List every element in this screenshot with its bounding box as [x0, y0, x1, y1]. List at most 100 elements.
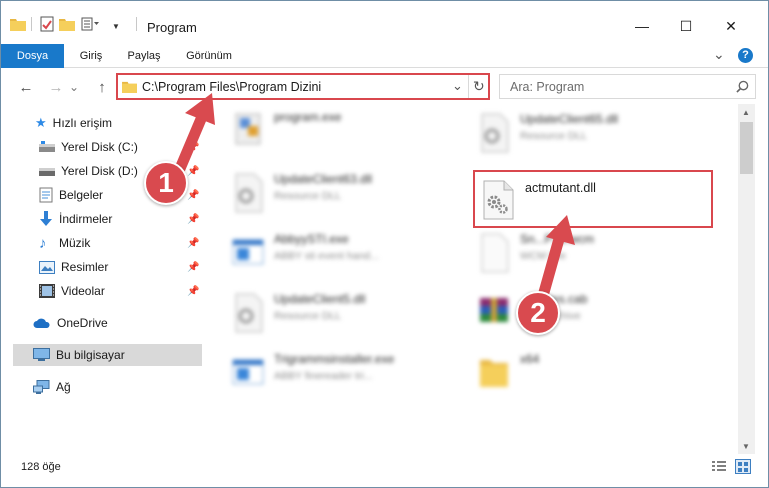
drive-icon	[39, 168, 55, 176]
status-bar: 128 öğe	[1, 454, 768, 479]
ribbon-expand-icon[interactable]: ⌄	[713, 46, 725, 63]
list-item[interactable]: AbbyySTI.exe ABBY sti event hand...	[230, 232, 379, 274]
up-button[interactable]: ↑	[91, 76, 113, 98]
properties-icon[interactable]	[39, 15, 55, 33]
scrollbar-thumb[interactable]	[740, 122, 753, 174]
sidebar-item-pictures[interactable]: Resimler 📌	[39, 256, 239, 278]
list-item[interactable]: program.exe	[230, 110, 341, 152]
address-path[interactable]: C:\Program Files\Program Dizini	[142, 80, 321, 94]
dll-gear-icon	[235, 173, 263, 213]
list-item[interactable]: Sn...P16.wcm WCM File	[476, 232, 594, 274]
search-placeholder: Ara: Program	[510, 80, 585, 94]
file-name: x64	[520, 352, 540, 366]
file-name: actmutant.dll	[525, 181, 596, 195]
address-dropdown-icon[interactable]: ⌄	[452, 78, 463, 94]
sidebar-item-documents[interactable]: Belgeler 📌	[39, 184, 239, 206]
tab-giris[interactable]: Giriş	[66, 44, 116, 68]
separator	[468, 75, 469, 98]
tab-paylas[interactable]: Paylaş	[119, 44, 169, 68]
pin-icon: 📌	[187, 189, 200, 201]
callout-2: 2	[516, 291, 560, 335]
scroll-up-icon[interactable]: ▲	[742, 108, 750, 117]
tab-gorunum[interactable]: Görünüm	[176, 44, 242, 68]
file-name: UpdateClient5.dll	[274, 292, 366, 306]
search-box[interactable]: Ara: Program	[499, 74, 756, 99]
customize-toolbar-icon[interactable]	[81, 15, 99, 33]
dll-gear-icon	[235, 293, 263, 333]
sidebar-item-label: Yerel Disk (D:)	[61, 164, 138, 178]
sidebar-item-label: Bu bilgisayar	[56, 348, 125, 362]
file-type: Resource DLL	[520, 130, 588, 142]
file-type: WCM File	[520, 250, 567, 262]
file-name: AbbyySTI.exe	[274, 232, 349, 246]
sidebar-item-onedrive[interactable]: OneDrive	[33, 312, 108, 334]
drive-icon	[39, 141, 55, 152]
sidebar-item-music[interactable]: ♪ Müzik 📌	[39, 232, 239, 254]
tab-dosya[interactable]: Dosya	[1, 44, 64, 68]
explorer-window: ▼ Program — ☐ ✕ Dosya Giriş Paylaş Görün…	[0, 0, 769, 488]
sidebar-item-label: İndirmeler	[59, 212, 113, 226]
window-title: Program	[147, 20, 197, 35]
pictures-icon	[39, 260, 55, 274]
blurred-file-grid: program.exe UpdateClient65.dll Resource D…	[210, 104, 738, 454]
separator	[136, 17, 137, 31]
file-type: Resource DLL	[274, 190, 342, 202]
file-name: program.exe	[274, 110, 342, 124]
file-name: UpdateClient63.dll	[274, 172, 373, 186]
details-view-icon[interactable]	[711, 460, 727, 473]
pin-icon: 📌	[187, 237, 200, 249]
download-icon	[40, 211, 52, 226]
new-folder-icon[interactable]	[59, 15, 75, 33]
pin-icon: 📌	[187, 261, 200, 273]
address-bar[interactable]: C:\Program Files\Program Dizini ⌄ ↻	[116, 73, 490, 100]
application-window-icon	[232, 239, 264, 265]
separator	[31, 17, 32, 31]
large-icons-view-icon[interactable]	[735, 459, 751, 474]
sidebar-item-label: Müzik	[59, 236, 91, 250]
title-bar: ▼ Program — ☐ ✕	[1, 1, 768, 44]
sidebar-item-disk-d[interactable]: Yerel Disk (D:) 📌	[39, 160, 239, 182]
quick-access-dropdown-icon[interactable]: ▼	[112, 22, 120, 31]
forward-button[interactable]: →	[45, 76, 67, 98]
cloud-icon	[33, 318, 50, 328]
scroll-down-icon[interactable]: ▼	[742, 442, 750, 451]
file-type: ABBY finereader tri...	[274, 370, 373, 382]
list-item[interactable]: x64	[476, 352, 539, 394]
videos-icon	[39, 284, 55, 298]
sidebar-item-downloads[interactable]: İndirmeler 📌	[39, 208, 239, 230]
back-button[interactable]: ←	[15, 76, 37, 98]
maximize-button[interactable]: ☐	[664, 9, 708, 43]
sidebar-item-label: OneDrive	[57, 316, 108, 330]
help-icon[interactable]: ?	[738, 48, 753, 63]
sidebar-item-network[interactable]: Ağ	[33, 376, 71, 398]
music-icon: ♪	[39, 234, 47, 252]
highlighted-file-actmutant[interactable]: actmutant.dll	[473, 170, 713, 228]
list-item[interactable]: UpdateClient5.dll Resource DLL	[230, 292, 365, 334]
list-item[interactable]: UpdateClient65.dll Resource DLL	[476, 112, 618, 154]
minimize-button[interactable]: —	[620, 9, 664, 43]
pin-icon: 📌	[187, 165, 200, 177]
file-type: ABBY sti event hand...	[274, 250, 379, 262]
star-icon: ★	[35, 115, 47, 130]
recent-locations-button[interactable]: ⌄	[67, 76, 81, 98]
list-item[interactable]: Trigrammsinstaller.exe ABBY finereader tr…	[230, 352, 394, 394]
network-icon	[33, 379, 50, 394]
file-name: Sn...P16.wcm	[520, 232, 595, 246]
pin-icon: 📌	[187, 285, 200, 297]
sidebar-item-videos[interactable]: Videolar 📌	[39, 280, 239, 302]
file-list: program.exe UpdateClient65.dll Resource D…	[210, 104, 738, 454]
sidebar-item-label: Yerel Disk (C:)	[61, 140, 138, 154]
navigation-pane: ★ Hızlı erişim Yerel Disk (C:) 📌 Yerel D…	[1, 106, 206, 451]
ribbon: Dosya Giriş Paylaş Görünüm ⌄ ?	[1, 44, 768, 68]
sidebar-item-disk-c[interactable]: Yerel Disk (C:) 📌	[39, 136, 239, 158]
sidebar-item-label: Videolar	[61, 284, 105, 298]
sidebar-item-this-pc[interactable]: Bu bilgisayar	[13, 344, 202, 366]
computer-icon	[33, 348, 50, 361]
vertical-scrollbar[interactable]: ▲ ▼	[738, 104, 755, 454]
sidebar-item-quick-access[interactable]: ★ Hızlı erişim	[35, 112, 112, 134]
close-button[interactable]: ✕	[709, 9, 753, 43]
search-icon[interactable]	[736, 80, 749, 93]
sidebar-item-label: Belgeler	[59, 188, 104, 202]
refresh-icon[interactable]: ↻	[473, 78, 485, 95]
list-item[interactable]: UpdateClient63.dll Resource DLL	[230, 172, 372, 214]
